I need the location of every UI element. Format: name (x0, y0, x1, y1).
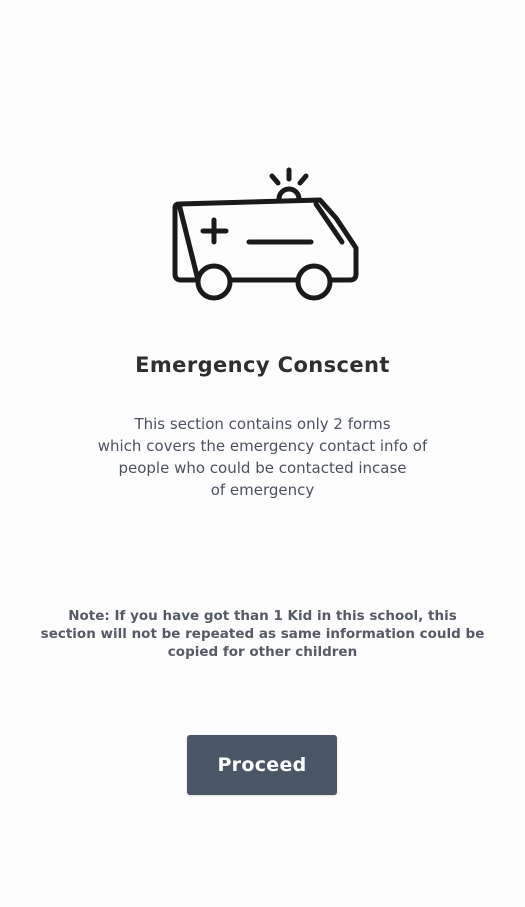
description-line: people who could be contacted incase (118, 459, 407, 477)
note-line: Note: If you have got than 1 Kid in this… (68, 608, 457, 624)
proceed-button[interactable]: Proceed (187, 735, 337, 795)
ambulance-icon (172, 167, 359, 301)
section-description: This section contains only 2 forms which… (0, 413, 525, 501)
description-line: which covers the emergency contact info … (97, 437, 428, 455)
description-line: of emergency (210, 481, 315, 499)
page-title: Emergency Conscent (135, 353, 390, 377)
emergency-consent-screen: Emergency Conscent This section contains… (0, 0, 525, 907)
note-line: copied for other children (167, 644, 358, 660)
section-note: Note: If you have got than 1 Kid in this… (0, 607, 525, 661)
note-line: section will not be repeated as same inf… (40, 626, 485, 642)
description-line: This section contains only 2 forms (134, 415, 391, 433)
